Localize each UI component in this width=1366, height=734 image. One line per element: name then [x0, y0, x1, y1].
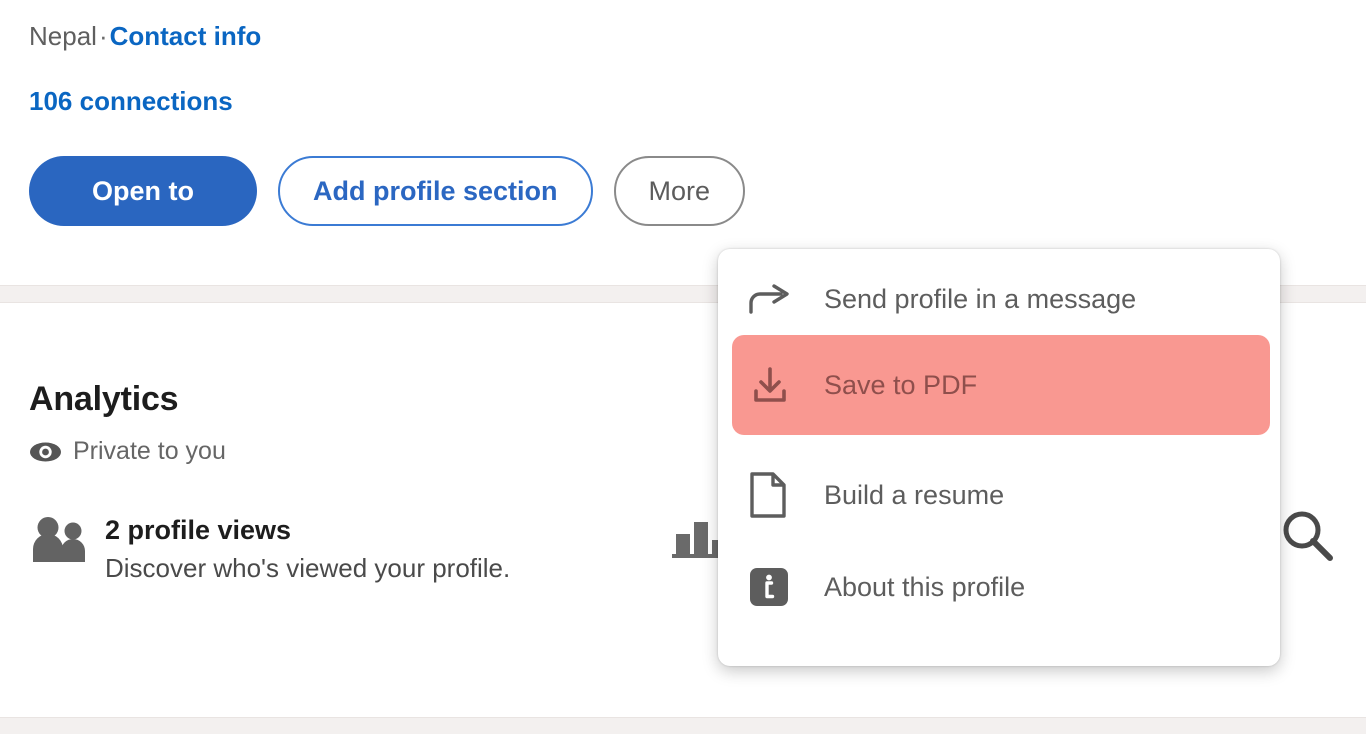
analytics-heading: Analytics: [29, 380, 179, 418]
menu-item-about-this-profile[interactable]: About this profile: [718, 555, 1280, 619]
contact-info-link[interactable]: Contact info: [110, 21, 262, 51]
download-icon: [748, 363, 794, 407]
more-button[interactable]: More: [613, 156, 746, 226]
profile-location: Nepal: [29, 21, 97, 51]
menu-item-label: Build a resume: [824, 479, 1005, 510]
share-arrow-icon: [748, 283, 794, 315]
profile-meta-line: Nepal·Contact info: [29, 18, 261, 54]
menu-item-label: About this profile: [824, 571, 1026, 602]
menu-item-build-a-resume[interactable]: Build a resume: [718, 463, 1280, 527]
info-icon: [748, 566, 794, 608]
more-dropdown-menu: Send profile in a message Save to PDF Bu…: [718, 249, 1280, 666]
stat-headline: 2 profile views: [105, 515, 292, 545]
analytics-stat-profile-views[interactable]: 2 profile views Discover who's viewed yo…: [29, 512, 559, 586]
open-to-button[interactable]: Open to: [29, 156, 257, 226]
menu-item-save-to-pdf[interactable]: Save to PDF: [732, 335, 1270, 435]
add-profile-section-button[interactable]: Add profile section: [278, 156, 593, 226]
analytics-visibility-label: Private to you: [73, 437, 226, 465]
stat-description: Discover who's viewed your profile.: [105, 553, 511, 584]
eye-icon: [29, 440, 62, 464]
search-icon: [1283, 506, 1336, 569]
menu-item-label: Send profile in a message: [824, 283, 1137, 314]
connections-link[interactable]: 106 connections: [29, 84, 233, 118]
analytics-visibility: Private to you: [29, 437, 226, 466]
people-icon: [29, 517, 87, 586]
menu-item-send-profile-in-a-message[interactable]: Send profile in a message: [718, 267, 1280, 331]
document-icon: [748, 472, 794, 518]
section-divider-bottom: [0, 717, 1366, 734]
meta-separator: ·: [98, 21, 108, 51]
profile-action-row: Open to Add profile section More: [29, 156, 746, 226]
menu-item-label: Save to PDF: [824, 369, 978, 400]
